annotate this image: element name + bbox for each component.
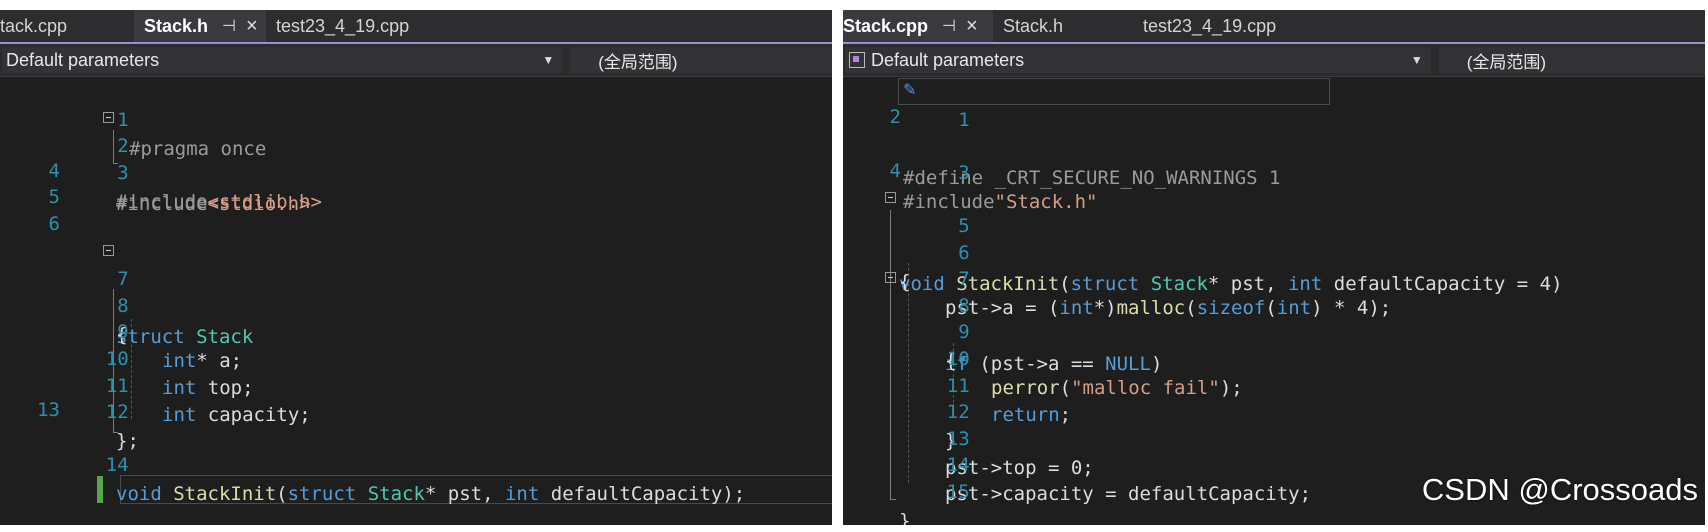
scope-icon (849, 52, 865, 68)
editor-pane-right: Stack.cpp ⊣ × Stack.h test23_4_19.cpp De… (843, 10, 1705, 525)
range-label: (全局范围) (598, 52, 678, 72)
tab-label: Stack.h (1003, 15, 1064, 36)
line-number: 13 (37, 399, 60, 421)
code-line: 8 if (pst->a == NULL) (843, 263, 1705, 375)
code-line: 1 #pragma once (0, 77, 832, 160)
code-line: 6 { (843, 210, 1705, 293)
tab-label: Stack.h (144, 15, 209, 36)
tab-stack-cpp[interactable]: Stack.cpp ⊣ × (843, 10, 993, 42)
line-number: 14 (105, 454, 129, 476)
code-text: pst->capacity = defaultCapacity; (945, 483, 1312, 505)
code-line: 6 (0, 210, 832, 239)
collapse-icon[interactable] (885, 192, 896, 203)
scope-label: Default parameters (871, 49, 1025, 70)
code-line: 10 int top; (0, 316, 832, 399)
line-number: 2 (889, 106, 901, 128)
chevron-down-icon: ▼ (542, 53, 555, 67)
collapse-icon[interactable] (885, 272, 896, 283)
tab-stack-h[interactable]: Stack.h (993, 10, 1133, 42)
tab-test23-4-19-cpp[interactable]: test23_4_19.cpp (1133, 10, 1286, 42)
code-text: void StackInit(struct Stack* pst, int de… (116, 483, 746, 505)
code-line: 1 ✎ #define _CRT_SECURE_NO_WARNINGS 1 (843, 75, 1705, 189)
tab-stack-h[interactable]: Stack.h ⊣ × (134, 10, 266, 42)
code-line: 3 #include<stdlib.h> (0, 130, 832, 213)
code-line: 3 #include"Stack.h" (843, 130, 1705, 213)
code-line: 12 } (843, 369, 1705, 452)
line-number: 4 (889, 160, 901, 182)
tab-label: test23_4_19.cpp (276, 15, 410, 36)
navigation-bar: Default parameters ▼ (全局范围) (0, 44, 832, 77)
tab-label: Stack.cpp (843, 15, 929, 36)
editor-pane-left: tack.cpp Stack.h ⊣ × test23_4_19.cpp Def… (0, 10, 832, 525)
close-icon[interactable]: × (966, 15, 978, 38)
code-line: 9 { (843, 289, 1705, 372)
chevron-down-icon: ▼ (1410, 53, 1423, 67)
code-line: 2 #include<stdio.h> (0, 103, 832, 215)
code-text: } (899, 510, 911, 525)
code-line: 4 (843, 157, 1705, 186)
code-line: 8 { (0, 263, 832, 346)
line-number: 15 (946, 481, 970, 503)
separator (832, 0, 843, 532)
tab-test23-4-19-cpp[interactable]: test23_4_19.cpp (266, 10, 419, 42)
watermark: CSDN @Crossoads (1421, 472, 1698, 507)
pin-icon[interactable]: ⊣ (942, 16, 956, 36)
code-line: 14 void StackInit(struct Stack* pst, int… (0, 422, 832, 505)
range-dropdown[interactable]: (全局范围) (570, 47, 832, 73)
code-line: 11 return; (843, 343, 1705, 426)
navigation-bar: Default parameters ▼ (全局范围) (843, 44, 1705, 77)
scope-label: Default parameters (6, 49, 160, 70)
tab-stack-cpp[interactable]: tack.cpp (0, 10, 134, 42)
line-number: 5 (48, 186, 60, 208)
collapse-icon[interactable] (103, 112, 114, 123)
code-line: 11 int capacity; (0, 343, 832, 426)
code-line: 13 (0, 396, 832, 425)
tab-bar: tack.cpp Stack.h ⊣ × test23_4_19.cpp (0, 10, 832, 44)
code-line: 5 (0, 183, 832, 212)
change-indicator (97, 476, 103, 503)
collapse-icon[interactable] (103, 245, 114, 256)
code-line: 13 pst->top = 0; (843, 396, 1705, 479)
close-icon[interactable]: × (246, 15, 258, 38)
range-label: (全局范围) (1466, 52, 1547, 72)
code-line: 5 void StackInit(struct Stack* pst, int … (843, 183, 1705, 295)
line-number: 4 (48, 160, 60, 182)
code-line: 9 int* a; (0, 289, 832, 372)
tab-label: tack.cpp (0, 15, 68, 36)
code-line: 4 (0, 157, 832, 186)
tab-bar: Stack.cpp ⊣ × Stack.h test23_4_19.cpp (843, 10, 1705, 44)
scope-dropdown[interactable]: Default parameters ▼ (2, 47, 563, 73)
code-line: 7 pst->a = (int*)malloc(sizeof(int) * 4)… (843, 236, 1705, 319)
code-line: 2 (843, 103, 1705, 132)
range-dropdown[interactable]: (全局范围) (1438, 47, 1705, 73)
code-line: 12 }; (0, 369, 832, 452)
scope-dropdown[interactable]: Default parameters ▼ (845, 47, 1431, 73)
pin-icon[interactable]: ⊣ (222, 16, 236, 36)
screwdriver-icon[interactable]: ✎ (903, 75, 916, 104)
code-line: 7 struct Stack (0, 236, 832, 348)
tab-label: test23_4_19.cpp (1143, 15, 1277, 36)
code-line: 10 perror("malloc fail"); (843, 316, 1705, 399)
code-line: 14 pst->capacity = defaultCapacity; (843, 422, 1705, 505)
line-number: 6 (48, 213, 60, 235)
